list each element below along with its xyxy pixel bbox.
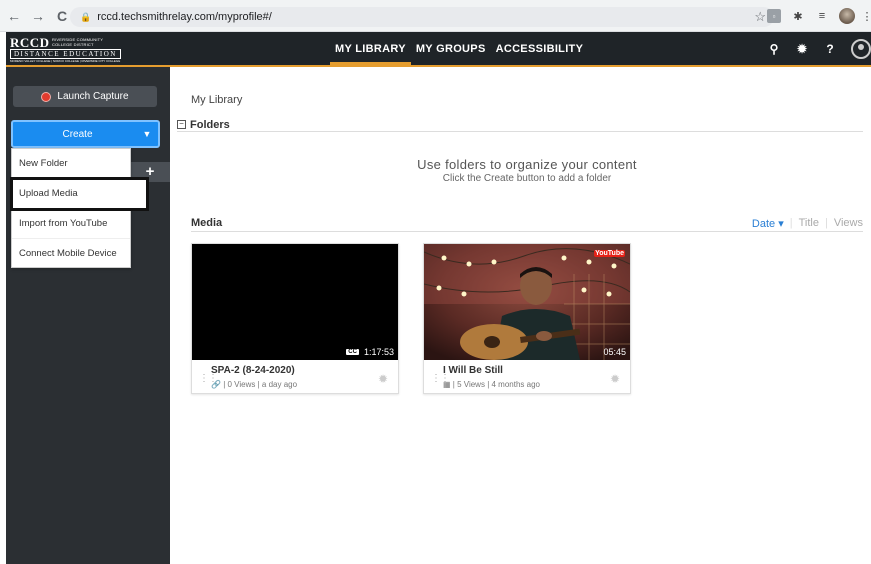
media-card[interactable]: CC 1:17:53 ⋮⋮ SPA-2 (8-24-2020) 🔗 | 0 Vi… [191, 243, 399, 394]
record-icon [41, 91, 52, 102]
browser-menu-icon[interactable]: ⋮ [862, 9, 871, 23]
duration-text: 05:45 [603, 347, 626, 357]
settings-gear-icon[interactable]: ✹ [378, 372, 388, 386]
breadcrumb[interactable]: My Library [191, 94, 242, 106]
lock-icon: 🔒 [80, 11, 92, 22]
logo-district: RIVERSIDE COMMUNITY COLLEGE DISTRICT [52, 37, 104, 47]
caret-down-icon: ▼ [142, 129, 152, 139]
media-heading: Media [191, 217, 223, 229]
menu-item-connect-mobile[interactable]: Connect Mobile Device [12, 239, 130, 269]
media-section-header: Media Date ▾ | Title | Views [191, 217, 863, 232]
user-avatar[interactable] [851, 38, 871, 59]
folders-heading: Folders [190, 118, 230, 131]
tab-my-groups[interactable]: MY GROUPS [411, 32, 491, 65]
sort-options: Date ▾ | Title | Views [752, 217, 863, 230]
settings-gear-icon[interactable]: ✹ [610, 372, 620, 386]
reload-icon[interactable]: C [52, 6, 72, 26]
empty-folders-title: Use folders to organize your content [417, 157, 637, 172]
gear-icon[interactable]: ✹ [795, 42, 809, 56]
tab-accessibility[interactable]: ACCESSIBILITY [491, 32, 589, 65]
collapse-icon[interactable]: − [177, 120, 186, 129]
extension-icon[interactable]: ▫ [767, 9, 781, 23]
duration-badge: 05:45 [603, 347, 626, 357]
bookmark-star-icon[interactable]: ☆ [754, 9, 766, 25]
create-dropdown-menu: New Folder Upload Media Import from YouT… [10, 148, 149, 269]
youtube-badge-icon: YouTube [594, 250, 625, 257]
divider: | [824, 217, 828, 229]
browser-toolbar: ← → C 🔒 rccd.techsmithrelay.com/myprofil… [0, 0, 871, 32]
launch-capture-button[interactable]: Launch Capture [13, 86, 157, 107]
link-icon: 🔗 [211, 380, 221, 389]
duration-badge: CC 1:17:53 [346, 347, 394, 357]
empty-folders-subtitle: Click the Create button to add a folder [442, 173, 612, 184]
main-content: My Library − Folders Use folders to orga… [170, 67, 871, 564]
create-label: Create [62, 128, 93, 140]
cc-icon: CC [346, 349, 359, 355]
address-bar[interactable]: 🔒 rccd.techsmithrelay.com/myprofile#/ ☆ [70, 7, 774, 27]
sort-views[interactable]: Views [834, 217, 863, 230]
app-header: RCCD RIVERSIDE COMMUNITY COLLEGE DISTRIC… [6, 32, 871, 67]
video-icon: ▦ [443, 380, 451, 389]
url-text: rccd.techsmithrelay.com/myprofile#/ [97, 11, 272, 23]
menu-item-upload-media[interactable]: Upload Media [10, 177, 149, 211]
menu-item-import-youtube[interactable]: Import from YouTube [12, 209, 130, 239]
media-meta: ▦ | 5 Views | 4 months ago [443, 380, 540, 389]
rccd-logo[interactable]: RCCD RIVERSIDE COMMUNITY COLLEGE DISTRIC… [10, 35, 122, 63]
search-icon[interactable]: ⚲ [767, 42, 781, 56]
duration-text: 1:17:53 [363, 347, 394, 357]
header-icons: ⚲ ✹ ? [767, 32, 871, 65]
sort-date[interactable]: Date ▾ [752, 217, 784, 230]
media-title[interactable]: I Will Be Still [443, 365, 503, 376]
divider: | [789, 217, 793, 229]
extension-icons: ▫ ✱ ≡ ⋮ [767, 8, 871, 24]
media-meta: 🔗 | 0 Views | a day ago [211, 380, 298, 389]
views-count: 0 Views [227, 380, 256, 389]
create-button[interactable]: Create ▼ [11, 120, 160, 148]
forward-icon[interactable]: → [28, 6, 48, 26]
views-count: 5 Views [457, 380, 485, 389]
media-age: 4 months ago [491, 380, 540, 389]
guitarist-photo [424, 244, 630, 360]
media-card[interactable]: YouTube 05:45 ⋮⋮ I Will Be Still ▦ | 5 V… [423, 243, 631, 394]
main-nav: MY LIBRARY MY GROUPS ACCESSIBILITY [330, 32, 588, 65]
logo-dept: DISTANCE EDUCATION [10, 49, 121, 59]
folders-section-header: − Folders [177, 118, 863, 132]
media-title[interactable]: SPA-2 (8-24-2020) [211, 365, 295, 376]
profile-avatar-icon[interactable] [839, 8, 855, 24]
puzzle-icon[interactable]: ✱ [791, 9, 805, 23]
back-icon[interactable]: ← [4, 6, 24, 26]
video-thumbnail[interactable]: YouTube 05:45 [424, 244, 630, 360]
launch-capture-label: Launch Capture [57, 91, 129, 102]
media-age: a day ago [261, 380, 298, 389]
tab-my-library[interactable]: MY LIBRARY [330, 32, 411, 65]
menu-item-new-folder[interactable]: New Folder [12, 149, 130, 179]
sort-title[interactable]: Title [799, 217, 819, 230]
sidebar: Launch Capture Create ▼ + [6, 67, 170, 564]
logo-colleges: MORENO VALLEY COLLEGE | NORCO COLLEGE | … [10, 59, 121, 63]
video-thumbnail[interactable]: CC 1:17:53 [192, 244, 398, 360]
help-icon[interactable]: ? [823, 42, 837, 56]
reading-list-icon[interactable]: ≡ [815, 9, 829, 23]
